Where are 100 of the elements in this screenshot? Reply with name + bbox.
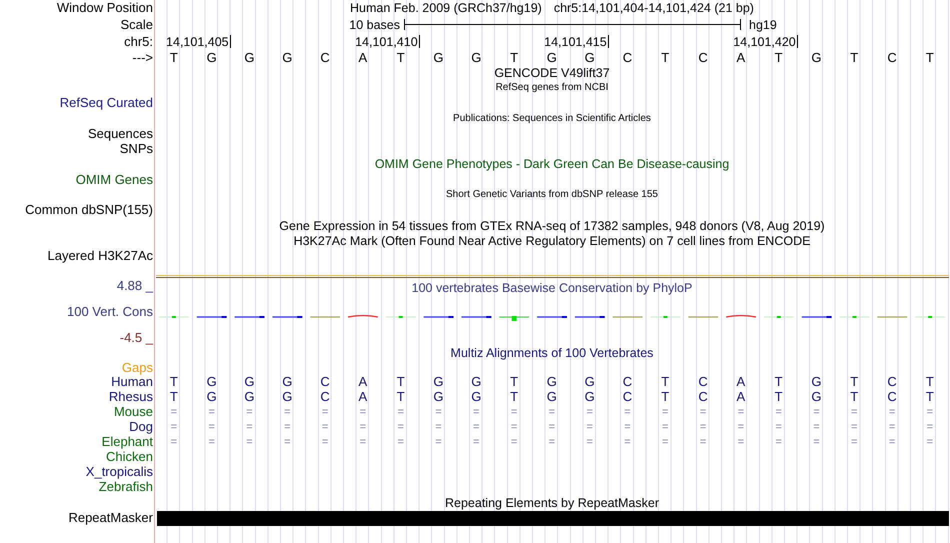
track-title: Multiz Alignments of 100 Vertebrates <box>450 346 654 360</box>
sequence-base: G <box>281 50 294 64</box>
track-title: OMIM Gene Phenotypes - Dark Green Can Be Disease-causing <box>374 157 730 172</box>
match-mark: = <box>850 420 858 434</box>
match-mark: = <box>850 405 858 420</box>
match-mark: = <box>623 435 632 450</box>
sequence-base: T <box>849 50 860 64</box>
aligned-base: T <box>660 375 670 390</box>
genome-position: chr5:14,101,404-14,101,424 (21 bp) <box>554 1 754 15</box>
species-label: Zebrafish <box>98 480 153 494</box>
match-mark: = <box>358 405 368 420</box>
species-label: Elephant <box>102 435 153 450</box>
tick-mark <box>230 35 231 48</box>
match-mark: = <box>850 435 858 450</box>
species-label: Dog <box>129 420 153 434</box>
match-mark: = <box>207 420 216 434</box>
match-mark: = <box>320 420 330 434</box>
aligned-base: T <box>774 375 784 390</box>
aligned-base: C <box>886 390 898 404</box>
match-mark: = <box>926 405 934 420</box>
match-mark: = <box>774 420 783 434</box>
match-mark: = <box>283 435 292 450</box>
assembly-name: Human Feb. 2009 (GRCh37/hg19) <box>350 1 542 15</box>
aligned-base: T <box>849 390 860 404</box>
sequence-base: G <box>546 50 558 64</box>
sequence-base: G <box>206 50 218 64</box>
sequence-base: G <box>432 50 445 64</box>
aligned-base: T <box>774 390 784 404</box>
match-mark: = <box>585 420 594 434</box>
match-mark: = <box>812 405 821 420</box>
aligned-base: G <box>546 390 558 404</box>
match-mark: = <box>888 420 896 434</box>
aligned-base: A <box>736 375 746 390</box>
track-label[interactable]: Layered H3K27Ac <box>47 249 153 264</box>
match-mark: = <box>170 405 178 420</box>
track-label[interactable]: Sequences <box>88 126 153 141</box>
match-mark: = <box>283 405 292 420</box>
match-mark: = <box>774 435 783 450</box>
match-mark: = <box>548 420 556 434</box>
match-mark: = <box>358 435 368 450</box>
track-label[interactable]: 100 Vert. Cons <box>67 304 153 319</box>
match-mark: = <box>358 420 368 434</box>
ruler-coordinate: 14,101,405 <box>166 34 230 48</box>
track-label[interactable]: SNPs <box>120 142 153 156</box>
species-label: Rhesus <box>108 390 153 404</box>
match-mark: = <box>698 420 708 434</box>
aligned-base: G <box>206 375 218 390</box>
match-mark: = <box>283 420 292 434</box>
aligned-base: C <box>319 390 331 404</box>
sequence-base: T <box>509 50 520 64</box>
aligned-base: C <box>886 375 898 390</box>
match-mark: = <box>207 435 216 450</box>
sequence-base: G <box>470 50 482 64</box>
track-label[interactable]: RepeatMasker <box>68 511 153 526</box>
match-mark: = <box>170 435 178 450</box>
aligned-base: G <box>432 390 445 404</box>
match-mark: = <box>926 435 934 450</box>
match-mark: = <box>320 405 330 420</box>
match-mark: = <box>510 405 518 420</box>
match-mark: = <box>812 435 821 450</box>
match-mark: = <box>207 405 216 420</box>
aligned-base: T <box>660 390 670 404</box>
track-label[interactable]: RefSeq Curated <box>60 96 153 110</box>
tick-mark <box>796 35 798 48</box>
sequence-base: C <box>886 50 898 64</box>
match-mark: = <box>472 405 480 420</box>
match-mark: = <box>245 420 254 434</box>
match-mark: = <box>472 420 480 434</box>
match-mark: = <box>548 405 556 420</box>
aligned-base: A <box>358 390 368 404</box>
track-label[interactable]: OMIM Genes <box>76 172 153 187</box>
match-mark: = <box>434 435 443 450</box>
sequence-base: C <box>622 50 634 64</box>
sequence-base: A <box>358 50 368 64</box>
match-mark: = <box>472 435 480 450</box>
aligned-base: G <box>281 375 294 390</box>
match-mark: = <box>698 435 708 450</box>
tick-mark <box>608 35 609 48</box>
aligned-base: T <box>168 390 179 404</box>
aligned-base: T <box>924 375 935 390</box>
species-label: Human <box>111 375 153 390</box>
sequence-base: T <box>168 50 179 64</box>
track-label[interactable]: Common dbSNP(155) <box>25 203 153 218</box>
aligned-base: C <box>319 375 331 390</box>
aligned-base: G <box>206 390 218 404</box>
match-mark: = <box>396 435 405 450</box>
match-mark: = <box>245 435 254 450</box>
track-title: Short Genetic Variants from dbSNP release 155 <box>446 188 658 202</box>
row-label: Window Position <box>56 1 153 15</box>
sequence-base: A <box>736 50 746 64</box>
match-mark: = <box>434 420 443 434</box>
match-mark: = <box>661 435 670 450</box>
aligned-base: T <box>396 390 406 404</box>
match-mark: = <box>434 405 443 420</box>
species-label: X_tropicalis <box>86 465 153 480</box>
match-mark: = <box>661 420 670 434</box>
match-mark: = <box>320 435 330 450</box>
aligned-base: G <box>243 390 256 404</box>
track-title: GENCODE V49lift37 <box>494 66 610 80</box>
sequence-base: T <box>924 50 935 64</box>
